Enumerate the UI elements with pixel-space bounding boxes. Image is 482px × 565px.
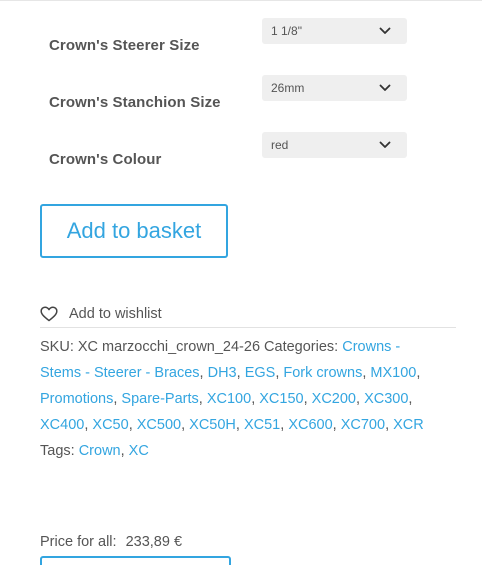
product-meta-line: SKU: XC marzocchi_crown_24-26 Categories… bbox=[40, 339, 460, 355]
steerer-size-select[interactable]: 1 1/8" bbox=[262, 18, 407, 44]
add-to-basket-button[interactable]: Add to basket bbox=[40, 204, 228, 258]
steerer-size-value: 1 1/8" bbox=[271, 24, 302, 38]
steerer-size-label: Crown's Steerer Size bbox=[49, 37, 200, 54]
category-link[interactable]: DH3 bbox=[208, 365, 237, 381]
category-link[interactable]: XC600 bbox=[288, 417, 332, 433]
tag-link[interactable]: Crown bbox=[79, 443, 121, 459]
category-link[interactable]: XC500 bbox=[137, 417, 181, 433]
price-for-all: Price for all: 233,89 € bbox=[40, 534, 182, 550]
price-amount: 233,89 € bbox=[125, 534, 183, 550]
product-meta-line: XC400, XC50, XC500, XC50H, XC51, XC600, … bbox=[40, 417, 424, 433]
tags-label: Tags: bbox=[40, 443, 75, 459]
category-link[interactable]: XC400 bbox=[40, 417, 84, 433]
add-to-wishlist-link[interactable]: Add to wishlist bbox=[40, 304, 162, 324]
sku-label: SKU: bbox=[40, 339, 74, 355]
tag-link[interactable]: XC bbox=[129, 443, 149, 459]
category-link[interactable]: Crowns - bbox=[342, 339, 400, 355]
heart-outline-icon bbox=[40, 306, 58, 322]
add-all-to-basket-button[interactable] bbox=[40, 556, 231, 565]
category-link[interactable]: XC51 bbox=[244, 417, 280, 433]
sku-value: XC marzocchi_crown_24-26 bbox=[77, 339, 261, 355]
divider bbox=[0, 0, 482, 1]
category-link[interactable]: XCR bbox=[393, 417, 424, 433]
category-link[interactable]: XC200 bbox=[312, 391, 356, 407]
categories-label: Categories: bbox=[264, 339, 339, 355]
chevron-down-icon bbox=[379, 141, 391, 148]
category-link[interactable]: XC150 bbox=[259, 391, 303, 407]
category-link[interactable]: Promotions bbox=[40, 391, 113, 407]
stanchion-size-select[interactable]: 26mm bbox=[262, 75, 407, 101]
category-link[interactable]: Stems - Steerer - Braces bbox=[40, 365, 200, 381]
product-summary: Crown's Steerer Size 1 1/8" Crown's Stan… bbox=[0, 0, 482, 565]
wishlist-label: Add to wishlist bbox=[69, 306, 162, 322]
category-link[interactable]: EGS bbox=[245, 365, 276, 381]
price-label: Price for all: bbox=[40, 534, 117, 550]
colour-select[interactable]: red bbox=[262, 132, 407, 158]
category-link[interactable]: XC100 bbox=[207, 391, 251, 407]
category-link[interactable]: XC50H bbox=[189, 417, 236, 433]
chevron-down-icon bbox=[379, 27, 391, 34]
category-link[interactable]: XC700 bbox=[341, 417, 385, 433]
stanchion-size-value: 26mm bbox=[271, 81, 305, 95]
category-link[interactable]: MX100 bbox=[370, 365, 416, 381]
category-link[interactable]: Spare-Parts bbox=[121, 391, 198, 407]
category-link[interactable]: Fork crowns bbox=[283, 365, 362, 381]
colour-value: red bbox=[271, 138, 289, 152]
stanchion-size-label: Crown's Stanchion Size bbox=[49, 94, 221, 111]
category-link[interactable]: XC50 bbox=[92, 417, 128, 433]
divider bbox=[40, 327, 456, 328]
product-tags-line: Tags: Crown, XC bbox=[40, 443, 149, 459]
chevron-down-icon bbox=[379, 84, 391, 91]
product-meta-line: Promotions, Spare-Parts, XC100, XC150, X… bbox=[40, 391, 413, 407]
colour-label: Crown's Colour bbox=[49, 151, 162, 168]
product-meta-line: Stems - Steerer - Braces, DH3, EGS, Fork… bbox=[40, 365, 421, 381]
category-link[interactable]: XC300 bbox=[364, 391, 408, 407]
